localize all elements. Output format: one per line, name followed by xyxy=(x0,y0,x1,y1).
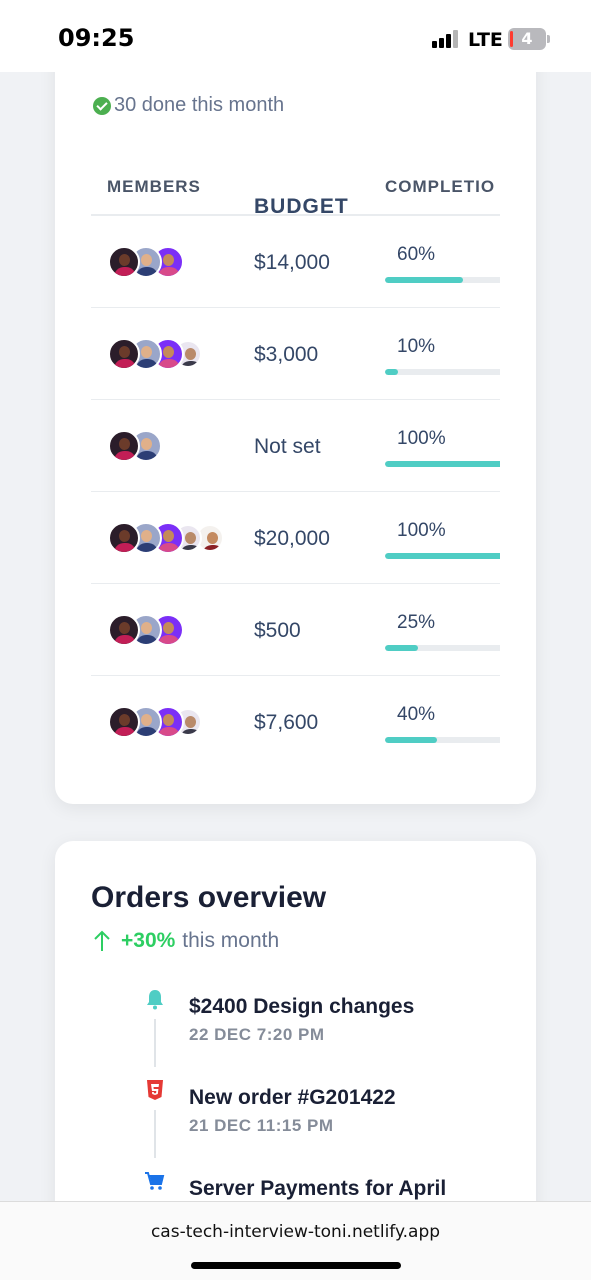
timeline-title: $2400 Design changes xyxy=(189,995,415,1018)
avatar[interactable] xyxy=(108,338,140,370)
progress-bar xyxy=(385,645,500,651)
budget-value: $7,600 xyxy=(254,711,319,734)
budget-value: $500 xyxy=(254,619,301,642)
timeline-title: New order #G201422 xyxy=(189,1086,396,1109)
progress-fill xyxy=(385,369,398,375)
status-bar: 09:25 LTE 4 xyxy=(0,0,591,72)
completion-percent: 25% xyxy=(397,612,436,633)
timeline-title: Server Payments for April xyxy=(189,1177,447,1200)
status-time: 09:25 xyxy=(58,24,135,52)
avatar[interactable] xyxy=(108,430,140,462)
column-members: MEMBERS xyxy=(107,177,201,196)
completion-percent: 40% xyxy=(397,704,436,725)
browser-url-bar[interactable]: cas-tech-interview-toni.netlify.app xyxy=(0,1201,591,1280)
done-text: 30 done this month xyxy=(114,94,285,116)
home-indicator[interactable] xyxy=(191,1262,401,1269)
cart-icon xyxy=(143,1169,167,1193)
table-row[interactable]: Not set 100% xyxy=(91,400,500,492)
projects-card: 30 done this month MEMBERS BUDGET COMPLE… xyxy=(55,20,536,804)
budget-value: $14,000 xyxy=(254,251,330,274)
progress-fill xyxy=(385,277,463,283)
timeline-line xyxy=(154,1110,156,1158)
completion-percent: 100% xyxy=(397,428,446,449)
table-row[interactable]: $14,000 60% xyxy=(91,216,500,308)
avatar[interactable] xyxy=(108,522,140,554)
table-header: MEMBERS BUDGET COMPLETIO xyxy=(91,160,500,218)
progress-bar xyxy=(385,737,500,743)
budget-value: Not set xyxy=(254,435,321,458)
progress-fill xyxy=(385,737,437,743)
url-text[interactable]: cas-tech-interview-toni.netlify.app xyxy=(0,1222,591,1242)
completion-percent: 10% xyxy=(397,336,436,357)
timeline-date: 22 DEC 7:20 PM xyxy=(189,1025,325,1044)
progress-fill xyxy=(385,553,500,559)
table-row[interactable]: $500 25% xyxy=(91,584,500,676)
arrow-up-icon xyxy=(93,930,111,952)
progress-bar xyxy=(385,461,500,467)
timeline-line xyxy=(154,1019,156,1067)
projects-table: MEMBERS BUDGET COMPLETIO $14,000 60% $3,00… xyxy=(91,160,500,768)
table-body: $14,000 60% $3,000 10% Not set 100% $20,000 100… xyxy=(91,216,500,768)
done-summary: 30 done this month xyxy=(93,94,284,117)
signal-icon xyxy=(432,30,462,48)
orders-trend: +30% this month xyxy=(93,929,279,953)
check-circle-icon xyxy=(93,96,111,115)
column-completion: COMPLETIO xyxy=(385,177,496,196)
html5-icon xyxy=(143,1078,167,1102)
orders-title: Orders overview xyxy=(91,881,327,914)
trend-value: +30% xyxy=(121,929,176,952)
table-row[interactable]: $7,600 40% xyxy=(91,676,500,768)
progress-fill xyxy=(385,645,418,651)
budget-value: $20,000 xyxy=(254,527,330,550)
progress-bar xyxy=(385,369,500,375)
timeline-date: 21 DEC 11:15 PM xyxy=(189,1116,334,1135)
progress-bar xyxy=(385,277,500,283)
avatar[interactable] xyxy=(108,614,140,646)
completion-percent: 60% xyxy=(397,244,436,265)
table-row[interactable]: $3,000 10% xyxy=(91,308,500,400)
table-row[interactable]: $20,000 100% xyxy=(91,492,500,584)
progress-fill xyxy=(385,461,500,467)
network-label: LTE xyxy=(468,29,503,51)
bell-icon xyxy=(143,987,167,1011)
avatar[interactable] xyxy=(108,246,140,278)
battery-icon: 4 xyxy=(508,28,550,50)
orders-card: Orders overview +30% this month $2400 De… xyxy=(55,841,536,1261)
completion-percent: 100% xyxy=(397,520,446,541)
progress-bar xyxy=(385,553,500,559)
trend-label: this month xyxy=(182,929,280,952)
avatar[interactable] xyxy=(108,706,140,738)
budget-value: $3,000 xyxy=(254,343,319,366)
